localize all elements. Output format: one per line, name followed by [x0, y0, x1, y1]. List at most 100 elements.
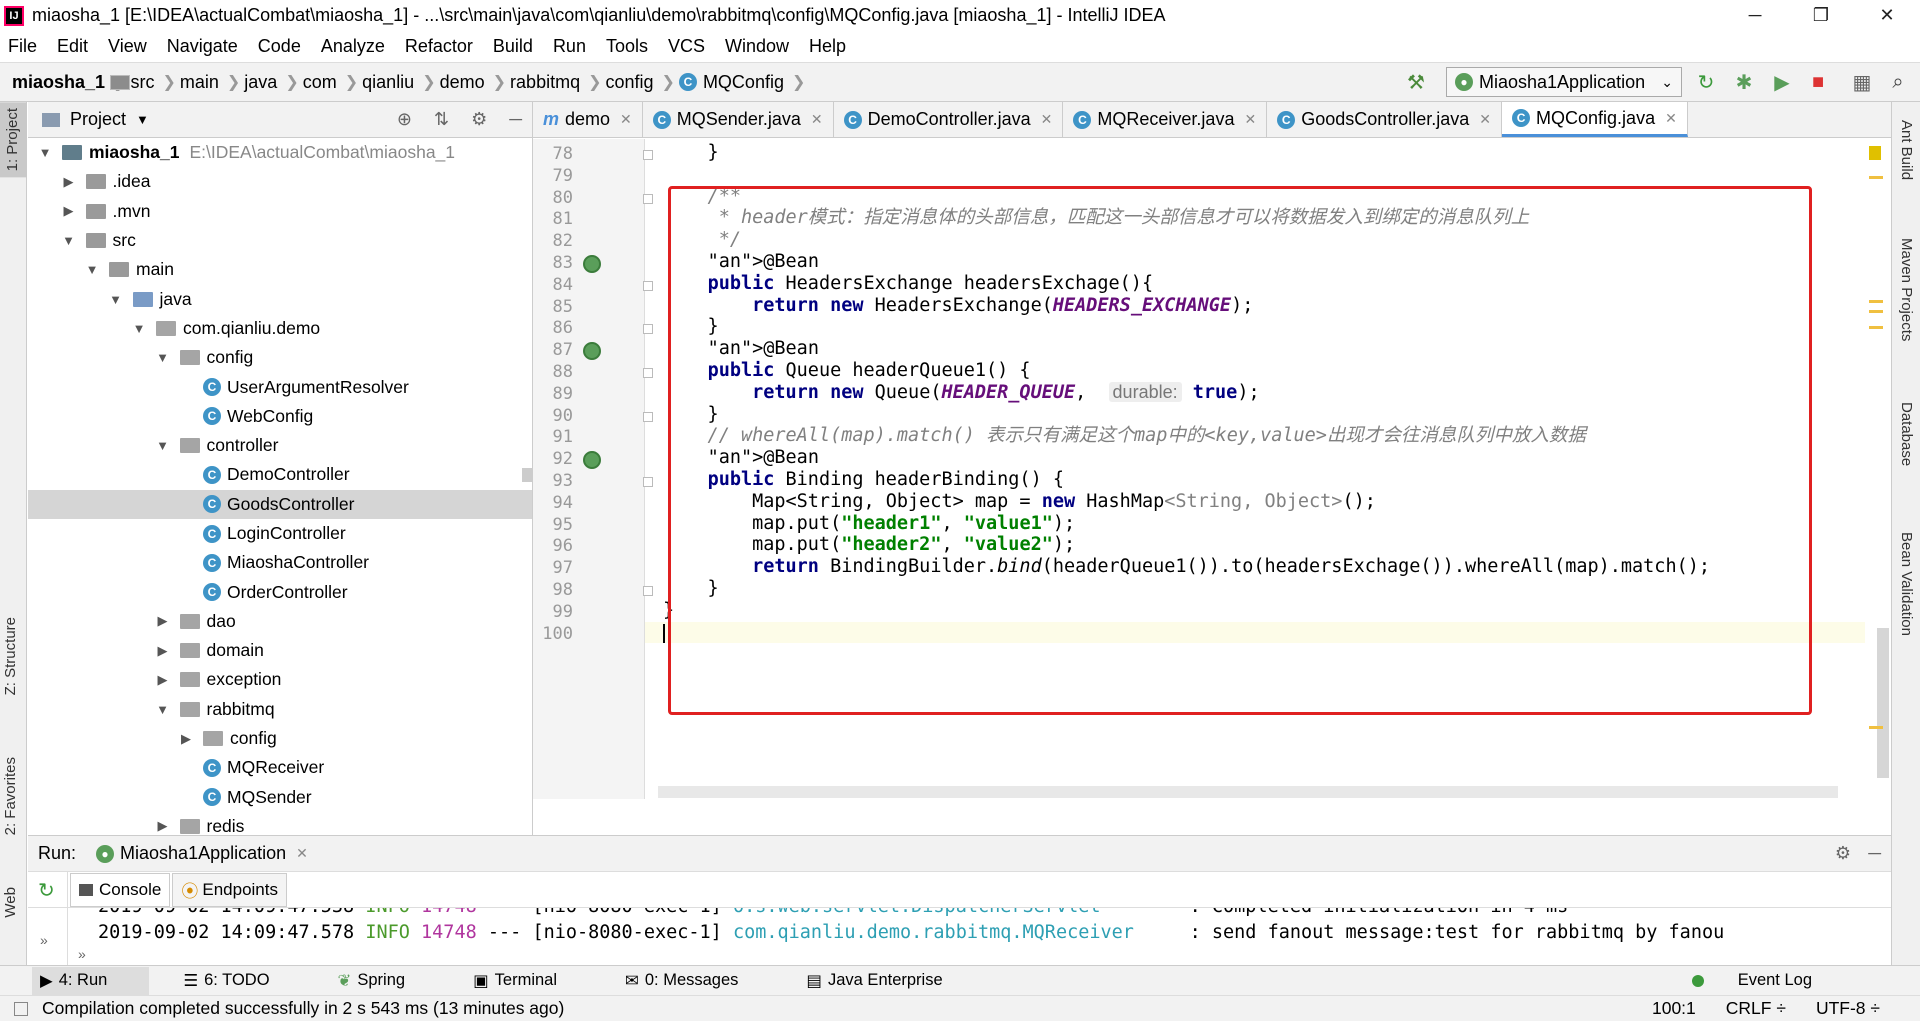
tree-item[interactable]: ▶ .mvn	[28, 197, 532, 226]
chevron-down-icon[interactable]: ▼	[83, 262, 101, 277]
tab-maven-projects[interactable]: Maven Projects	[1898, 238, 1915, 341]
breadcrumb-main[interactable]: main ❯	[110, 72, 240, 93]
chevron-right-icon[interactable]: ▶	[154, 643, 172, 659]
tree-item[interactable]: ▶CWebConfig	[28, 402, 532, 431]
chevron-down-icon[interactable]: ▼	[154, 350, 172, 365]
tab-console[interactable]: Console	[70, 872, 171, 907]
menu-refactor[interactable]: Refactor	[405, 36, 473, 57]
chevron-down-icon[interactable]: ▼	[107, 292, 125, 307]
tree-item[interactable]: ▶COrderController	[28, 577, 532, 606]
chevron-down-icon[interactable]: ▼	[60, 233, 78, 248]
vertical-scrollbar[interactable]	[1877, 628, 1889, 778]
tree-item[interactable]: ▼ java	[28, 284, 532, 313]
hide-icon[interactable]: ─	[1868, 843, 1881, 864]
editor-tab[interactable]: C MQConfig.java ✕	[1502, 102, 1688, 137]
breadcrumb-src[interactable]: src ❯	[110, 72, 176, 93]
tab-ant-build[interactable]: Ant Build	[1898, 120, 1915, 180]
menu-code[interactable]: Code	[258, 36, 301, 57]
menu-file[interactable]: File	[8, 36, 37, 57]
project-structure-icon[interactable]: ▦	[1850, 70, 1874, 94]
chevron-down-icon[interactable]: ▼	[154, 702, 172, 717]
menu-window[interactable]: Window	[725, 36, 789, 57]
tab-messages[interactable]: ✉ 0: Messages	[625, 971, 772, 991]
line-separator[interactable]: CRLF ÷	[1726, 998, 1786, 1019]
close-icon[interactable]: ✕	[296, 845, 308, 862]
spring-bean-gutter-icon[interactable]	[583, 451, 601, 470]
close-icon[interactable]: ✕	[1479, 111, 1491, 128]
tree-item[interactable]: ▼ miaosha_1 E:\IDEA\actualCombat\miaosha_1	[28, 138, 532, 167]
gear-icon[interactable]: ⚙	[471, 109, 487, 130]
chevron-down-icon[interactable]: ▼	[36, 145, 54, 160]
rerun-icon[interactable]: ↻	[38, 878, 55, 903]
error-stripe-mark[interactable]	[1869, 310, 1883, 313]
chevron-right-icon[interactable]: ▶	[60, 203, 78, 219]
build-hammer-icon[interactable]: ⚒	[1404, 70, 1428, 94]
close-icon[interactable]: ✕	[620, 111, 632, 128]
editor-tab[interactable]: C GoodsController.java ✕	[1267, 102, 1503, 137]
menu-help[interactable]: Help	[809, 36, 846, 57]
tree-item[interactable]: ▶CLoginController	[28, 519, 532, 548]
chevron-down-icon[interactable]: ▼	[136, 112, 149, 127]
restore-button[interactable]: ❐	[1788, 0, 1854, 31]
menu-analyze[interactable]: Analyze	[321, 36, 385, 57]
collapse-all-icon[interactable]: ⇅	[434, 109, 449, 130]
tab-web[interactable]: Web	[2, 887, 19, 918]
chevron-right-icon[interactable]: ▶	[154, 672, 172, 688]
horizontal-scrollbar[interactable]	[658, 786, 1838, 798]
editor-tab[interactable]: C MQReceiver.java ✕	[1063, 102, 1268, 137]
tab-database[interactable]: Database	[1898, 402, 1915, 466]
breadcrumb-com[interactable]: com ❯	[110, 72, 358, 93]
tree-item[interactable]: ▼ src	[28, 226, 532, 255]
chevron-right-icon[interactable]: ▶	[154, 818, 172, 834]
expand-more-icon[interactable]: »	[40, 932, 48, 948]
tree-item[interactable]: ▶ .idea	[28, 167, 532, 196]
file-encoding[interactable]: UTF-8 ÷	[1816, 998, 1880, 1019]
run-coverage-icon[interactable]: ▶	[1770, 70, 1794, 94]
run-configuration-select[interactable]: ● Miaosha1Application ⌄	[1446, 67, 1682, 97]
close-icon[interactable]: ✕	[811, 111, 823, 128]
event-log-button[interactable]: Event Log	[1691, 971, 1846, 990]
tree-item[interactable]: ▼ main	[28, 255, 532, 284]
tree-item[interactable]: ▶CMiaoshaController	[28, 548, 532, 577]
stop-icon[interactable]: ■	[1806, 70, 1830, 94]
tree-item[interactable]: ▼ com.qianliu.demo	[28, 314, 532, 343]
tab-run[interactable]: ▶ 4: Run	[32, 966, 150, 995]
locate-icon[interactable]: ⊕	[397, 109, 412, 130]
error-stripe-mark[interactable]	[1869, 176, 1883, 179]
minimize-button[interactable]: ─	[1722, 0, 1788, 31]
chevron-right-icon[interactable]: ▶	[177, 731, 195, 747]
error-stripe-mark[interactable]	[1869, 726, 1883, 729]
menu-vcs[interactable]: VCS	[668, 36, 705, 57]
menu-edit[interactable]: Edit	[57, 36, 88, 57]
breadcrumb-demo[interactable]: demo ❯	[110, 72, 506, 93]
console-output[interactable]: 2019-09-02 14:09:47.538 INFO 14748 --- […	[98, 908, 1888, 966]
tree-item[interactable]: ▶ dao	[28, 607, 532, 636]
editor-tab[interactable]: m demo ✕	[533, 102, 643, 137]
debug-bug-icon[interactable]: ✱	[1732, 70, 1756, 94]
expand-more-icon[interactable]: »	[78, 946, 86, 962]
editor-tab[interactable]: C MQSender.java ✕	[643, 102, 834, 137]
chevron-down-icon[interactable]: ▼	[130, 321, 148, 336]
tree-item[interactable]: ▶CGoodsController	[28, 489, 532, 519]
close-button[interactable]: ✕	[1854, 0, 1920, 31]
tab-favorites[interactable]: 2: Favorites	[2, 757, 19, 835]
toggle-tool-windows-icon[interactable]	[14, 1001, 28, 1016]
tab-todo[interactable]: ☰ 6: TODO	[183, 971, 303, 991]
spring-bean-gutter-icon[interactable]	[583, 255, 601, 273]
tree-scrollbar[interactable]	[522, 468, 532, 482]
menu-tools[interactable]: Tools	[606, 36, 648, 57]
tab-structure[interactable]: Z: Structure	[2, 617, 19, 695]
tree-item[interactable]: ▼ rabbitmq	[28, 695, 532, 724]
tab-project[interactable]: 1: Project	[0, 102, 27, 178]
close-icon[interactable]: ✕	[1665, 110, 1677, 127]
breadcrumb-qianliu[interactable]: qianliu ❯	[110, 72, 436, 93]
tab-terminal[interactable]: ▣ Terminal	[473, 971, 591, 991]
hide-icon[interactable]: ─	[509, 109, 522, 130]
tree-item[interactable]: ▶CDemoController	[28, 460, 532, 489]
run-config-tab[interactable]: ● Miaosha1Application ✕	[96, 843, 308, 864]
breadcrumb-config[interactable]: config ❯	[110, 72, 675, 93]
tab-bean-validation[interactable]: Bean Validation	[1898, 532, 1915, 636]
close-icon[interactable]: ✕	[1244, 111, 1256, 128]
menu-view[interactable]: View	[108, 36, 147, 57]
error-stripe-mark[interactable]	[1869, 326, 1883, 329]
